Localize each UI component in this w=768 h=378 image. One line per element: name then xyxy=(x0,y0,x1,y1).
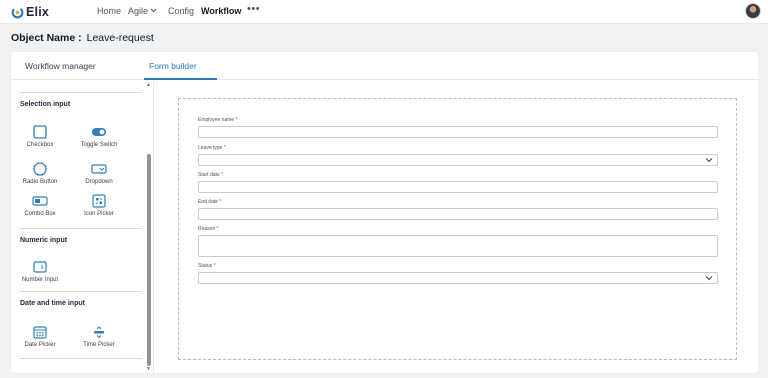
palette-item-label: Number Input xyxy=(21,277,59,283)
tab-bar: Workflow manager Form builder xyxy=(11,52,758,80)
end-date-input[interactable] xyxy=(198,208,718,220)
form-field-start-date: Start date * xyxy=(198,172,718,193)
tab-form-builder[interactable]: Form builder xyxy=(149,61,197,71)
brand-logo[interactable]: Elix xyxy=(11,4,49,20)
chevron-down-icon xyxy=(150,8,157,13)
checkbox-icon xyxy=(33,125,47,139)
start-date-input[interactable] xyxy=(198,181,718,193)
section-numeric-input: Numeric input xyxy=(20,237,68,244)
builder-card: Workflow manager Form builder Selection … xyxy=(10,51,759,374)
palette-item-label: Radio Button xyxy=(22,179,58,185)
dropdown-icon xyxy=(91,164,107,174)
field-label: Start date * xyxy=(198,172,224,178)
palette-item-label: Icon Picker xyxy=(84,211,114,217)
palette-item-icon-picker[interactable]: Icon Picker xyxy=(74,193,124,217)
field-label: Reason * xyxy=(198,226,219,232)
form-field-reason: Reason * xyxy=(198,226,718,257)
palette-item-label: Time Picker xyxy=(83,342,115,348)
scroll-down-icon[interactable]: ▼ xyxy=(146,366,151,372)
reason-textarea[interactable] xyxy=(198,235,718,257)
form-field-employee-name: Employee name * xyxy=(198,117,718,138)
palette-divider xyxy=(19,92,142,93)
section-selection-input: Selection input xyxy=(20,101,71,108)
user-avatar[interactable] xyxy=(745,3,761,19)
section-date-time-input: Date and time input xyxy=(20,300,85,307)
form-canvas[interactable]: Employee name * Leave type * Start date … xyxy=(178,98,737,360)
palette-item-label: Combo Box xyxy=(24,211,56,217)
palette-item-label: Checkbox xyxy=(26,142,54,148)
elix-logo-icon xyxy=(11,6,24,18)
status-select[interactable] xyxy=(198,272,718,284)
object-name-value: Leave-request xyxy=(86,32,154,44)
palette-item-toggle-switch[interactable]: Toggle Switch xyxy=(74,124,124,148)
palette-item-label: Dropdown xyxy=(85,179,113,185)
nav-agile-label: Agile xyxy=(128,6,149,16)
chevron-down-icon xyxy=(705,158,713,163)
panel-divider xyxy=(153,81,154,373)
palette-scrollbar[interactable]: ▲ ▼ xyxy=(146,81,152,373)
palette-divider xyxy=(19,291,142,292)
active-tab-indicator xyxy=(144,78,217,80)
icon-picker-icon xyxy=(92,194,106,208)
nav-workflow[interactable]: Workflow xyxy=(201,6,241,16)
leave-type-select[interactable] xyxy=(198,154,718,166)
nav-config[interactable]: Config xyxy=(168,6,194,16)
calendar-icon xyxy=(33,326,47,339)
field-label: Leave type * xyxy=(198,145,226,151)
palette-item-time-picker[interactable]: Time Picker xyxy=(74,324,124,348)
palette-item-date-picker[interactable]: Date Picker xyxy=(15,324,65,348)
scrollbar-thumb[interactable] xyxy=(147,154,151,366)
field-label: Employee name * xyxy=(198,117,238,123)
form-field-end-date: End date * xyxy=(198,199,718,220)
time-picker-icon xyxy=(94,326,104,339)
palette-item-label: Toggle Switch xyxy=(80,142,118,148)
object-name-label: Object Name : xyxy=(11,32,82,44)
palette-item-dropdown[interactable]: Dropdown xyxy=(74,161,124,185)
brand-name: Elix xyxy=(26,5,50,19)
number-input-icon xyxy=(33,261,47,273)
palette-divider xyxy=(19,358,142,359)
component-palette: Selection input Checkbox Toggle Switch R… xyxy=(11,81,153,373)
radio-button-icon xyxy=(33,162,47,176)
palette-item-checkbox[interactable]: Checkbox xyxy=(15,124,65,148)
palette-divider xyxy=(19,228,142,229)
field-label: End date * xyxy=(198,199,222,205)
employee-name-input[interactable] xyxy=(198,126,718,138)
nav-home[interactable]: Home xyxy=(97,6,121,16)
form-field-leave-type: Leave type * xyxy=(198,145,718,166)
nav-agile[interactable]: Agile xyxy=(128,6,157,16)
palette-item-combo-box[interactable]: Combo Box xyxy=(15,193,65,217)
tab-workflow-manager[interactable]: Workflow manager xyxy=(25,61,96,71)
more-menu-icon[interactable]: ••• xyxy=(247,3,260,15)
form-field-status: Status * xyxy=(198,263,718,284)
page-title: Object Name : Leave-request xyxy=(11,32,154,44)
palette-item-number-input[interactable]: Number Input xyxy=(15,259,65,283)
field-label: Status * xyxy=(198,263,216,269)
palette-item-radio-button[interactable]: Radio Button xyxy=(15,161,65,185)
chevron-down-icon xyxy=(705,276,713,281)
palette-item-label: Date Picker xyxy=(24,342,56,348)
top-navbar: Elix Home Agile Config Workflow ••• xyxy=(0,0,768,24)
toggle-switch-icon xyxy=(92,128,106,136)
scroll-up-icon[interactable]: ▲ xyxy=(146,82,151,88)
combo-box-icon xyxy=(32,196,48,206)
